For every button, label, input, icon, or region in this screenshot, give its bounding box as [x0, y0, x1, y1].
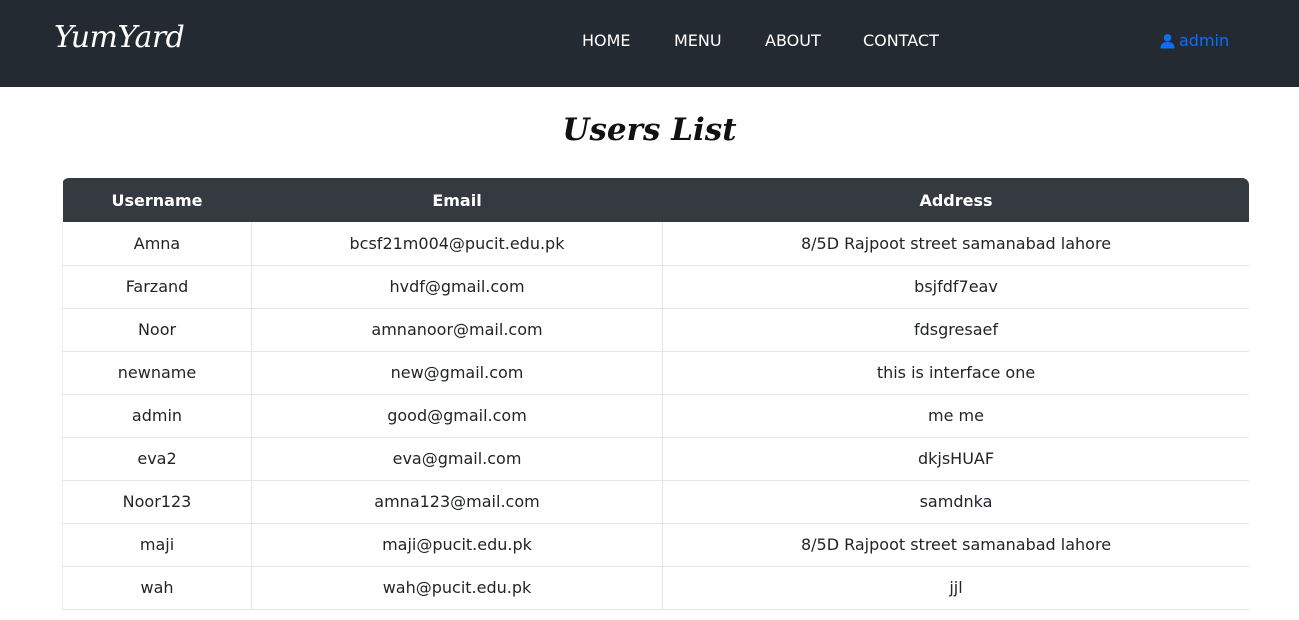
cell-email: amnanoor@mail.com [251, 308, 663, 352]
table-row: Noor123 amna123@mail.com samdnka [62, 480, 1249, 524]
table-row: maji maji@pucit.edu.pk 8/5D Rajpoot stre… [62, 523, 1249, 567]
cell-username: Farzand [62, 265, 252, 309]
nav-contact-link[interactable]: CONTACT [863, 31, 939, 50]
cell-username: Amna [62, 222, 252, 266]
user-name: admin [1179, 31, 1230, 50]
header-address: Address [919, 190, 993, 210]
users-table-container: Username Email Address Amna bcsf21m004@p… [62, 178, 1249, 610]
cell-address: 8/5D Rajpoot street samanabad lahore [662, 222, 1249, 266]
table-row: Amna bcsf21m004@pucit.edu.pk 8/5D Rajpoo… [62, 222, 1249, 266]
cell-address: samdnka [662, 480, 1249, 524]
cell-email: amna123@mail.com [251, 480, 663, 524]
cell-address: me me [662, 394, 1249, 438]
cell-address: dkjsHUAF [662, 437, 1249, 481]
cell-email: wah@pucit.edu.pk [251, 566, 663, 610]
cell-address: jjl [662, 566, 1249, 610]
table-header-row: Username Email Address [62, 178, 1249, 222]
cell-address: bsjfdf7eav [662, 265, 1249, 309]
brand-logo[interactable]: YumYard [54, 20, 185, 55]
cell-username: Noor123 [62, 480, 252, 524]
cell-email: eva@gmail.com [251, 437, 663, 481]
page-title: Users List [562, 112, 737, 148]
cell-email: new@gmail.com [251, 351, 663, 395]
header-username: Username [111, 190, 203, 210]
cell-address: fdsgresaef [662, 308, 1249, 352]
header-email: Email [432, 190, 482, 210]
nav-about-link[interactable]: ABOUT [765, 31, 821, 50]
cell-username: wah [62, 566, 252, 610]
cell-email: hvdf@gmail.com [251, 265, 663, 309]
table-row: newname new@gmail.com this is interface … [62, 351, 1249, 395]
cell-email: bcsf21m004@pucit.edu.pk [251, 222, 663, 266]
cell-username: maji [62, 523, 252, 567]
table-row: eva2 eva@gmail.com dkjsHUAF [62, 437, 1249, 481]
nav-menu-link[interactable]: MENU [674, 31, 722, 50]
nav-home-link[interactable]: HOME [582, 31, 631, 50]
table-row: admin good@gmail.com me me [62, 394, 1249, 438]
table-row: wah wah@pucit.edu.pk jjl [62, 566, 1249, 610]
user-account-link[interactable]: admin [1160, 31, 1229, 50]
cell-username: eva2 [62, 437, 252, 481]
user-icon [1160, 33, 1175, 48]
table-row: Farzand hvdf@gmail.com bsjfdf7eav [62, 265, 1249, 309]
cell-email: maji@pucit.edu.pk [251, 523, 663, 567]
users-table: Username Email Address Amna bcsf21m004@p… [62, 178, 1249, 610]
cell-email: good@gmail.com [251, 394, 663, 438]
table-row: Noor amnanoor@mail.com fdsgresaef [62, 308, 1249, 352]
cell-username: newname [62, 351, 252, 395]
cell-address: 8/5D Rajpoot street samanabad lahore [662, 523, 1249, 567]
cell-username: admin [62, 394, 252, 438]
cell-username: Noor [62, 308, 252, 352]
cell-address: this is interface one [662, 351, 1249, 395]
navbar: YumYard HOME MENU ABOUT CONTACT admin [0, 0, 1299, 87]
